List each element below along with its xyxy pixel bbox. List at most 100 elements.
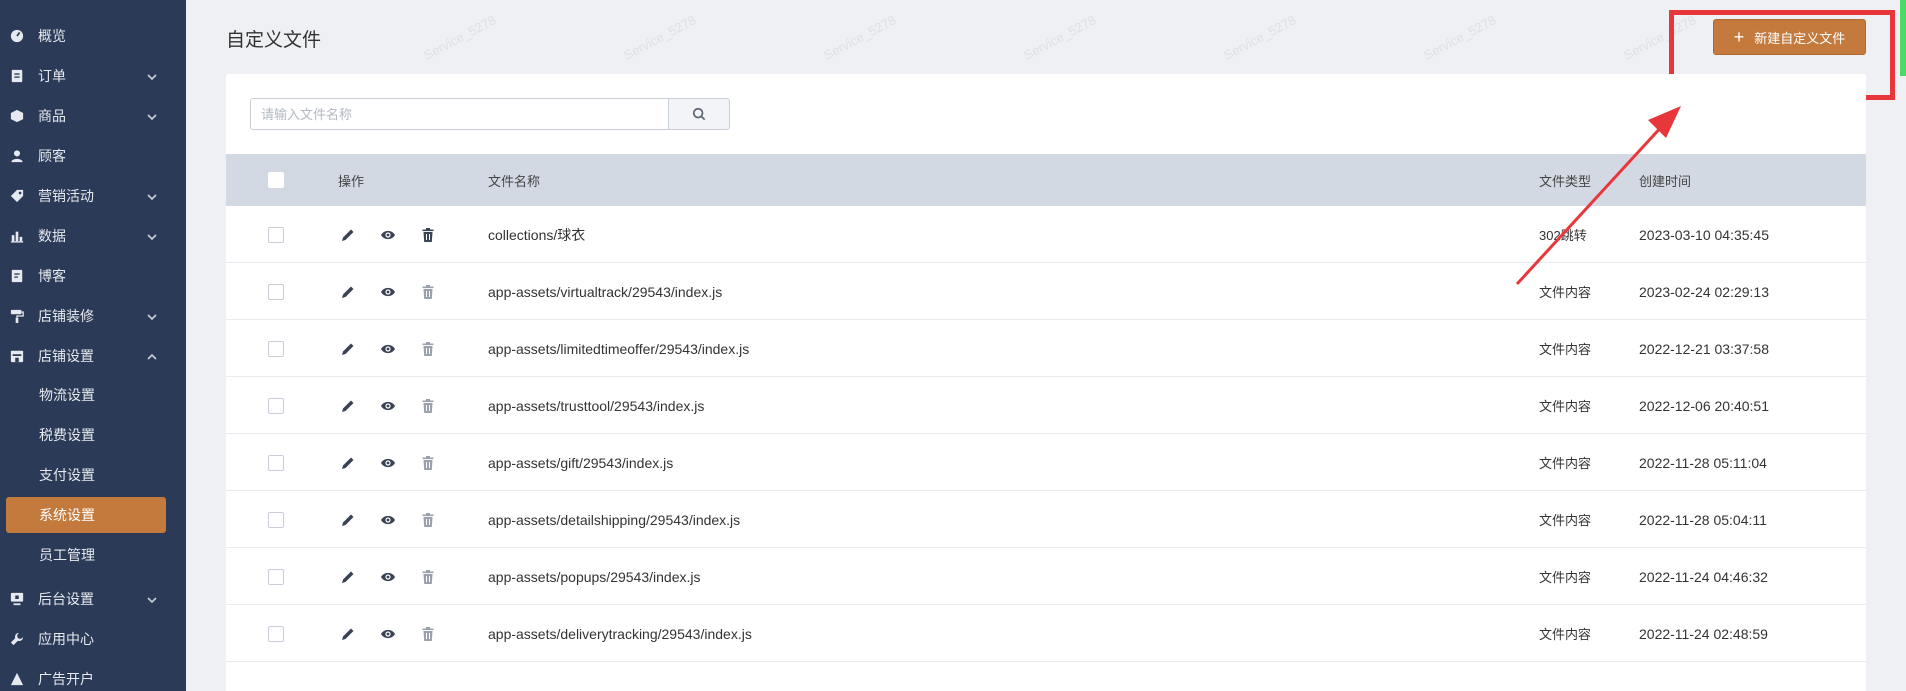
chevron-down-icon <box>146 70 158 82</box>
select-all-checkbox[interactable] <box>268 172 284 188</box>
row-checkbox[interactable] <box>268 454 284 471</box>
row-checkbox[interactable] <box>268 397 284 414</box>
delete-icon[interactable] <box>420 512 436 528</box>
sidebar-subitem-label: 员工管理 <box>39 547 95 563</box>
search-button[interactable] <box>668 98 730 130</box>
view-icon[interactable] <box>380 455 396 471</box>
sidebar-item-app-center[interactable]: 应用中心 <box>0 619 186 659</box>
search-input[interactable] <box>250 98 669 130</box>
chevron-down-icon <box>146 110 158 122</box>
edit-icon[interactable] <box>340 512 356 528</box>
file-name-cell[interactable]: app-assets/gift/29543/index.js <box>488 434 673 491</box>
dashboard-icon <box>10 29 24 43</box>
edit-icon[interactable] <box>340 398 356 414</box>
view-icon[interactable] <box>380 398 396 414</box>
row-checkbox[interactable] <box>268 511 284 528</box>
sidebar-item-ad-account[interactable]: 广告开户 <box>0 659 186 691</box>
file-type-cell: 文件内容 <box>1539 627 1592 642</box>
view-icon[interactable] <box>380 341 396 357</box>
watermark: Service_5278 <box>1621 12 1699 63</box>
file-name-cell[interactable]: collections/球衣 <box>488 206 585 263</box>
sidebar-item-customers[interactable]: 顾客 <box>0 136 186 176</box>
sidebar-subitem-shipping[interactable]: 物流设置 <box>6 377 166 413</box>
row-checkbox[interactable] <box>268 283 284 300</box>
row-checkbox[interactable] <box>268 340 284 357</box>
file-name-cell[interactable]: app-assets/popups/29543/index.js <box>488 548 700 605</box>
row-select-cell <box>268 377 284 434</box>
delete-icon[interactable] <box>420 398 436 414</box>
column-header-actions: 操作 <box>338 173 365 189</box>
view-icon[interactable] <box>380 227 396 243</box>
sidebar-item-blog[interactable]: 博客 <box>0 256 186 296</box>
sidebar-item-overview[interactable]: 概览 <box>0 16 186 56</box>
created-time-cell: 2022-12-21 03:37:58 <box>1639 340 1769 357</box>
table-row: app-assets/detailshipping/29543/index.js… <box>226 491 1866 548</box>
sidebar-subitem-system[interactable]: 系统设置 <box>6 497 166 533</box>
created-time-cell: 2022-11-28 05:11:04 <box>1639 454 1767 471</box>
file-name-cell[interactable]: app-assets/deliverytracking/29543/index.… <box>488 605 752 662</box>
sidebar: 概览 订单 商品 顾客 营销活动 数据 博客 店铺装修 店铺设置 物流设置 税费… <box>0 0 186 691</box>
new-custom-file-button[interactable]: + 新建自定义文件 <box>1713 19 1866 55</box>
delete-icon[interactable] <box>420 626 436 642</box>
edit-icon[interactable] <box>340 284 356 300</box>
sidebar-item-marketing[interactable]: 营销活动 <box>0 176 186 216</box>
file-name-cell[interactable]: app-assets/virtualtrack/29543/index.js <box>488 263 722 320</box>
row-actions <box>340 605 460 662</box>
row-checkbox[interactable] <box>268 568 284 585</box>
row-select-cell <box>268 320 284 377</box>
file-type-cell: 文件内容 <box>1539 513 1592 528</box>
sidebar-subitem-label: 支付设置 <box>39 467 95 483</box>
table-row: app-assets/limitedtimeoffer/29543/index.… <box>226 320 1866 377</box>
search-icon <box>692 107 706 121</box>
watermark: Service_5278 <box>821 12 899 63</box>
view-icon[interactable] <box>380 626 396 642</box>
sidebar-subitem-payment[interactable]: 支付设置 <box>6 457 166 493</box>
sidebar-subitem-staff[interactable]: 员工管理 <box>6 537 166 573</box>
view-icon[interactable] <box>380 569 396 585</box>
edit-icon[interactable] <box>340 227 356 243</box>
sidebar-item-data[interactable]: 数据 <box>0 216 186 256</box>
edit-icon[interactable] <box>340 626 356 642</box>
table-row: app-assets/trusttool/29543/index.js 文件内容 2… <box>226 377 1866 434</box>
row-actions <box>340 320 460 377</box>
file-type-cell: 文件内容 <box>1539 399 1592 414</box>
paint-roller-icon <box>10 309 24 323</box>
delete-icon[interactable] <box>420 455 436 471</box>
sidebar-item-orders[interactable]: 订单 <box>0 56 186 96</box>
row-select-cell <box>268 605 284 662</box>
delete-icon[interactable] <box>420 569 436 585</box>
watermark: Service_5278 <box>1421 12 1499 63</box>
new-custom-file-label: 新建自定义文件 <box>1754 30 1846 46</box>
view-icon[interactable] <box>380 284 396 300</box>
file-name-cell[interactable]: app-assets/detailshipping/29543/index.js <box>488 491 740 548</box>
sidebar-item-label: 数据 <box>38 228 66 244</box>
column-header-type: 文件类型 <box>1539 173 1592 189</box>
sidebar-item-store-settings[interactable]: 店铺设置 <box>0 336 186 376</box>
edit-icon[interactable] <box>340 455 356 471</box>
sidebar-subitem-tax[interactable]: 税费设置 <box>6 417 166 453</box>
plus-icon: + <box>1733 27 1745 47</box>
table-row: app-assets/deliverytracking/29543/index.… <box>226 605 1866 662</box>
row-actions <box>340 548 460 605</box>
file-name-cell[interactable]: app-assets/trusttool/29543/index.js <box>488 377 704 434</box>
created-time-cell: 2022-11-24 04:46:32 <box>1639 568 1768 585</box>
view-icon[interactable] <box>380 512 396 528</box>
created-time-cell: 2023-03-10 04:35:45 <box>1639 226 1769 243</box>
delete-icon[interactable] <box>420 227 436 243</box>
sidebar-item-theme[interactable]: 店铺装修 <box>0 296 186 336</box>
file-name-cell[interactable]: app-assets/limitedtimeoffer/29543/index.… <box>488 320 749 377</box>
sidebar-item-label: 顾客 <box>38 148 66 164</box>
sidebar-item-label: 后台设置 <box>38 591 94 607</box>
delete-icon[interactable] <box>420 341 436 357</box>
delete-icon[interactable] <box>420 284 436 300</box>
row-checkbox[interactable] <box>268 226 284 243</box>
sidebar-item-label: 广告开户 <box>38 671 94 687</box>
chevron-down-icon <box>146 230 158 242</box>
sidebar-item-admin-settings[interactable]: 后台设置 <box>0 579 186 619</box>
edit-icon[interactable] <box>340 569 356 585</box>
edit-icon[interactable] <box>340 341 356 357</box>
row-checkbox[interactable] <box>268 625 284 642</box>
chevron-down-icon <box>146 310 158 322</box>
sidebar-item-label: 订单 <box>38 68 66 84</box>
sidebar-item-products[interactable]: 商品 <box>0 96 186 136</box>
